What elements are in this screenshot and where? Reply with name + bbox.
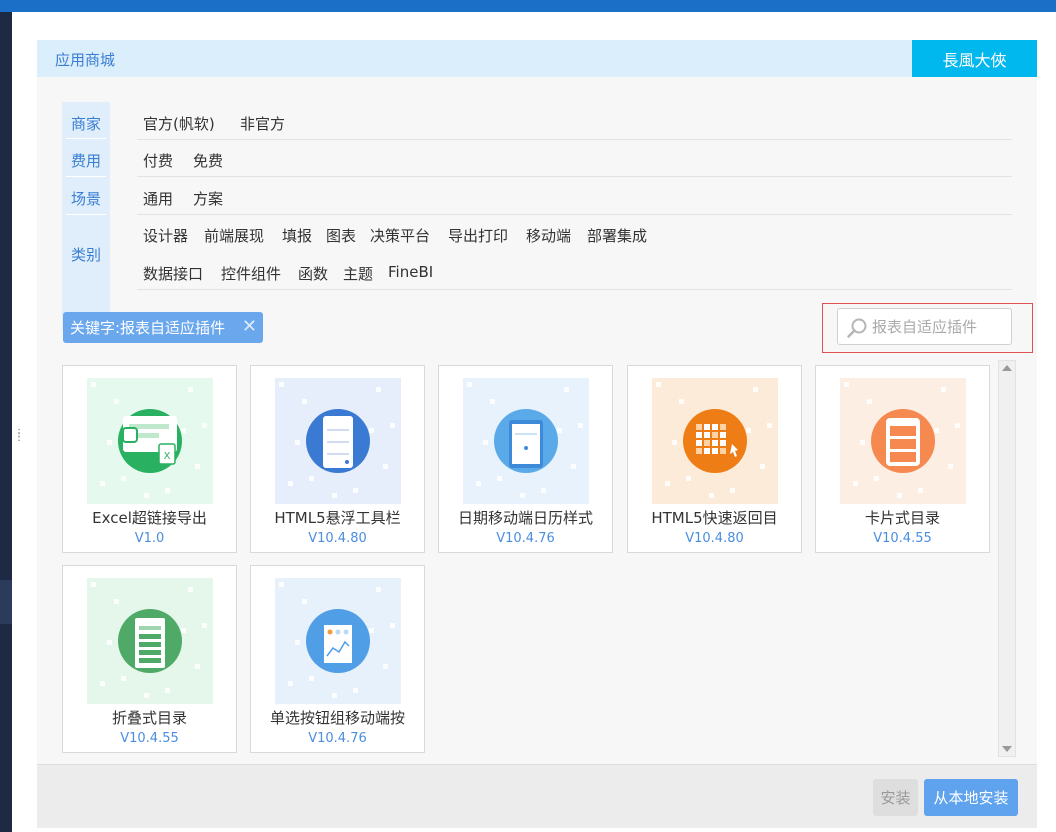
left-strip-marker [0,580,12,624]
plugin-name: 单选按钮组移动端按 [269,709,405,727]
card-catalog-icon [840,378,966,504]
fold-catalog-icon [87,578,213,704]
plugin-version: V10.4.80 [308,531,367,546]
plugin-version: V10.4.55 [120,731,179,746]
divider [137,289,1012,290]
filter-merchant-unofficial[interactable]: 非官方 [240,113,285,134]
search-box[interactable] [837,308,1012,345]
plugin-name: HTML5悬浮工具栏 [274,509,401,527]
plugin-name: 折叠式目录 [111,709,187,727]
plugin-grid: X Excel超链接导出 V1.0 HTML5悬浮工具栏 V10.4.80 日期移动端日历… [62,365,1017,758]
divider [137,214,1012,215]
scrollbar[interactable] [998,360,1016,757]
filter-category-widget[interactable]: 控件组件 [221,263,281,284]
filter-category-platform[interactable]: 决策平台 [370,225,430,246]
close-icon[interactable]: ✕ [242,316,257,337]
filter-category-designer[interactable]: 设计器 [143,225,188,246]
plugin-name: 日期移动端日历样式 [457,509,593,527]
filter-category-frontend[interactable]: 前端展现 [204,225,264,246]
filter-category-fill[interactable]: 填报 [282,225,312,246]
install-button[interactable]: 安装 [873,779,918,816]
filter-category-chart[interactable]: 图表 [326,225,356,246]
scroll-up-icon[interactable] [1002,365,1012,371]
plugin-version: V10.4.76 [308,731,367,746]
plugin-card[interactable]: X Excel超链接导出 V1.0 [62,365,237,553]
local-install-button[interactable]: 从本地安装 [924,779,1018,816]
plugin-version: V10.4.55 [873,531,932,546]
divider [66,176,106,177]
plugin-name: 卡片式目录 [864,509,940,527]
plugin-version: V10.4.76 [496,531,555,546]
dialog-title: 应用商城 [55,51,116,69]
app-store-dialog: 应用商城 長風大俠 商家 费用 场景 类别 官方(帆软) 非官方 付费 免费 通… [37,40,1037,828]
mobile-radio-icon [275,578,401,704]
search-input[interactable] [872,314,1007,340]
grid-return-icon [652,378,778,504]
filter-category-theme[interactable]: 主题 [343,263,373,284]
plugin-name: Excel超链接导出 [92,509,207,527]
filter-category-mobile[interactable]: 移动端 [526,225,571,246]
filter-scene-solution[interactable]: 方案 [193,188,223,209]
search-icon [847,318,867,338]
plugin-version: V10.4.80 [685,531,744,546]
divider [66,138,106,139]
keyword-tag: 关键字:报表自适应插件 ✕ [63,312,263,343]
left-strip [0,12,12,832]
filter-label-category: 类别 [70,246,101,264]
toolbar-icon [275,378,401,504]
user-badge[interactable]: 長風大俠 [912,40,1037,77]
filter-category-function[interactable]: 函数 [298,263,328,284]
plugin-card[interactable]: HTML5悬浮工具栏 V10.4.80 [250,365,425,553]
excel-link-icon: X [87,378,213,504]
filter-fee-paid[interactable]: 付费 [143,150,173,171]
dialog-header: 应用商城 長風大俠 [37,40,1037,77]
filter-category-export[interactable]: 导出打印 [448,225,508,246]
plugin-card[interactable]: 折叠式目录 V10.4.55 [62,565,237,753]
filter-category-data[interactable]: 数据接口 [143,263,203,284]
filter-label-merchant: 商家 [70,115,101,133]
drag-handle-icon[interactable]: ⋮ ⋮ [14,429,24,448]
plugin-card[interactable]: 日期移动端日历样式 V10.4.76 [438,365,613,553]
filter-fee-free[interactable]: 免费 [193,150,223,171]
filter-labels: 商家 费用 场景 类别 [62,102,110,330]
plugin-version: V1.0 [134,531,165,546]
filter-scene-general[interactable]: 通用 [143,188,173,209]
filter-label-fee: 费用 [70,152,101,170]
plugin-card[interactable]: 单选按钮组移动端按 V10.4.76 [250,565,425,753]
filter-merchant-official[interactable]: 官方(帆软) [143,113,215,134]
svg-text:X: X [164,451,171,462]
filter-label-scene: 场景 [70,190,101,208]
calendar-icon [463,378,589,504]
filter-category-deploy[interactable]: 部署集成 [587,225,647,246]
scroll-down-icon[interactable] [1002,746,1012,752]
plugin-name: HTML5快速返回目 [651,509,778,527]
plugin-card[interactable]: 卡片式目录 V10.4.55 [815,365,990,553]
plugin-card[interactable]: HTML5快速返回目 V10.4.80 [627,365,802,553]
divider [66,214,106,215]
divider [137,139,1012,140]
keyword-tag-label: 关键字:报表自适应插件 [70,319,226,337]
divider [137,176,1012,177]
top-bar [0,0,1056,12]
filter-category-finebi[interactable]: FineBI [388,263,433,281]
dialog-footer: 安装 从本地安装 [37,764,1037,828]
